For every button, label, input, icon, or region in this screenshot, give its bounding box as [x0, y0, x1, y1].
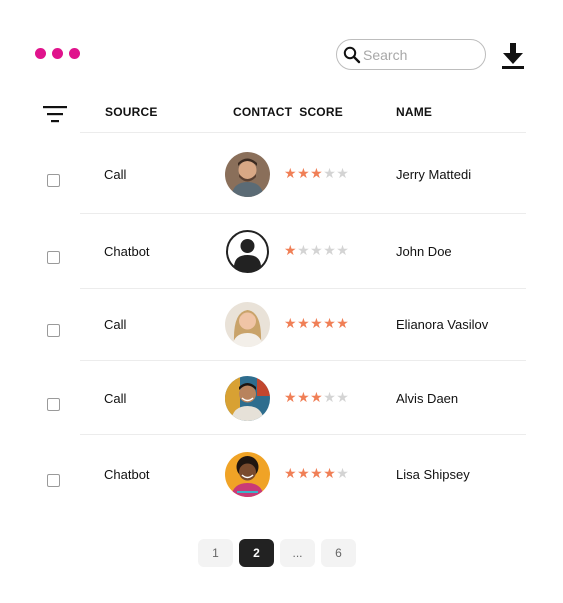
- row-checkbox[interactable]: [47, 174, 60, 187]
- menu-dot: [52, 48, 63, 59]
- star-filled-icon: ★: [284, 389, 298, 405]
- row-checkbox[interactable]: [47, 398, 60, 411]
- star-filled-icon: ★: [284, 242, 298, 258]
- page-button-6[interactable]: 6: [321, 539, 356, 567]
- star-filled-icon: ★: [323, 465, 337, 481]
- star-empty-icon: ★: [323, 165, 337, 181]
- woman-blonde-avatar: [225, 302, 270, 347]
- search-box[interactable]: [336, 39, 486, 70]
- source-cell: Chatbot: [104, 244, 150, 259]
- row-checkbox[interactable]: [47, 474, 60, 487]
- star-filled-icon: ★: [297, 465, 311, 481]
- star-empty-icon: ★: [297, 242, 311, 258]
- source-cell: Call: [104, 391, 127, 406]
- pagination-ellipsis[interactable]: ...: [280, 539, 315, 567]
- star-empty-icon: ★: [323, 389, 337, 405]
- contact-name: Jerry Mattedi: [396, 167, 472, 182]
- star-empty-icon: ★: [336, 242, 350, 258]
- star-rating: ★★★★★: [284, 165, 349, 182]
- star-empty-icon: ★: [336, 165, 350, 181]
- download-icon[interactable]: [501, 42, 525, 70]
- star-filled-icon: ★: [310, 165, 324, 181]
- search-input[interactable]: [363, 46, 478, 63]
- star-filled-icon: ★: [310, 315, 324, 331]
- filter-icon[interactable]: [43, 105, 67, 123]
- star-filled-icon: ★: [336, 315, 350, 331]
- star-empty-icon: ★: [336, 389, 350, 405]
- star-empty-icon: ★: [310, 242, 324, 258]
- star-empty-icon: ★: [323, 242, 337, 258]
- row-divider: [80, 213, 526, 214]
- star-filled-icon: ★: [284, 315, 298, 331]
- page-button-1[interactable]: 1: [198, 539, 233, 567]
- star-filled-icon: ★: [310, 389, 324, 405]
- star-empty-icon: ★: [336, 465, 350, 481]
- star-filled-icon: ★: [310, 465, 324, 481]
- star-rating: ★★★★★: [284, 315, 349, 332]
- pagination: 1 2... 6: [198, 539, 356, 567]
- star-rating: ★★★★★: [284, 389, 349, 406]
- contact-name: John Doe: [396, 244, 452, 259]
- star-filled-icon: ★: [297, 315, 311, 331]
- menu-dot: [35, 48, 46, 59]
- search-icon: [343, 46, 361, 63]
- contact-name: Elianora Vasilov: [396, 317, 489, 332]
- menu-dot: [69, 48, 80, 59]
- star-rating: ★★★★★: [284, 465, 349, 482]
- star-filled-icon: ★: [284, 465, 298, 481]
- source-cell: Call: [104, 317, 127, 332]
- row-divider: [80, 288, 526, 289]
- page-button-2[interactable]: 2: [239, 539, 274, 567]
- row-checkbox[interactable]: [47, 251, 60, 264]
- source-cell: Chatbot: [104, 467, 150, 482]
- more-menu-icon[interactable]: [35, 48, 80, 59]
- contact-name: Lisa Shipsey: [396, 467, 470, 482]
- star-rating: ★★★★★: [284, 242, 349, 259]
- row-checkbox[interactable]: [47, 324, 60, 337]
- row-divider: [80, 434, 526, 435]
- man-smiling-avatar: [225, 376, 270, 421]
- woman-curly-avatar: [225, 452, 270, 497]
- header-divider: [80, 132, 526, 133]
- star-filled-icon: ★: [323, 315, 337, 331]
- star-filled-icon: ★: [297, 389, 311, 405]
- row-divider: [80, 360, 526, 361]
- contact-name: Alvis Daen: [396, 391, 459, 406]
- column-header-name[interactable]: NAME: [396, 105, 432, 119]
- star-filled-icon: ★: [297, 165, 311, 181]
- source-cell: Call: [104, 167, 127, 182]
- default-user-avatar: [225, 229, 270, 274]
- star-filled-icon: ★: [284, 165, 298, 181]
- column-header-source[interactable]: SOURCE: [105, 105, 158, 119]
- column-header-contact-score[interactable]: CONTACT SCORE: [233, 105, 343, 119]
- man-beard-avatar: [225, 152, 270, 197]
